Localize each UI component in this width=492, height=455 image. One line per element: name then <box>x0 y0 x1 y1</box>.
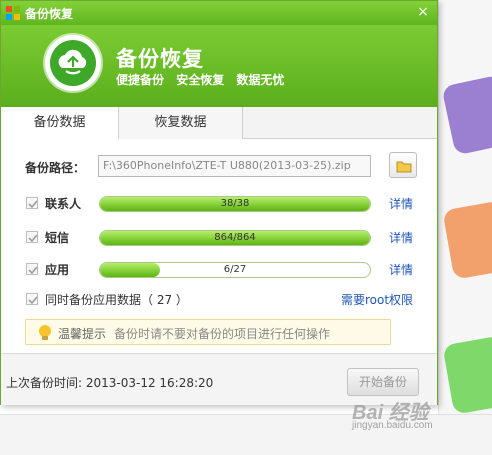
lightbulb-icon <box>39 325 51 340</box>
sms-detail-link[interactable]: 详情 <box>389 229 413 246</box>
tip-text: 备份时请不要对备份的项目进行任何操作 <box>114 327 331 341</box>
check-icon <box>28 234 38 243</box>
sms-checkbox[interactable] <box>26 231 38 243</box>
tip-box: 温馨提示 备份时请不要对备份的项目进行任何操作 <box>25 319 391 345</box>
feature-safe: 安全恢复 <box>176 73 225 87</box>
check-icon <box>28 296 38 305</box>
apps-label: 应用 <box>45 263 70 277</box>
check-icon <box>28 266 38 275</box>
sync-apps-checkbox[interactable] <box>26 293 38 305</box>
app-logo-icon <box>6 6 20 20</box>
tab-backup-data[interactable]: 备份数据 <box>1 107 119 140</box>
header-features: 便捷备份 安全恢复 数据无忧 <box>116 71 292 88</box>
tab-bar: 备份数据 恢复数据 <box>1 107 437 140</box>
item-row-sms: 短信 864/864 详情 <box>23 227 423 247</box>
sync-apps-label: 同时备份应用数据（ 27 ） <box>45 293 188 307</box>
apps-progress-bar: 6/27 <box>99 262 371 278</box>
contacts-progress-text: 38/38 <box>220 198 250 209</box>
check-icon <box>28 200 38 209</box>
folder-icon <box>396 161 412 173</box>
title-bar[interactable]: 备份恢复 × <box>1 1 437 25</box>
backup-path-label: 备份路径： <box>25 161 86 175</box>
root-permission-link[interactable]: 需要root权限 <box>341 291 413 308</box>
baidu-jingyan-watermark: Bai 经验 jingyan.baidu.com <box>352 396 482 436</box>
apps-checkbox[interactable] <box>26 263 38 275</box>
contacts-detail-link[interactable]: 详情 <box>389 195 413 212</box>
sync-apps-row: 同时备份应用数据（ 27 ） 需要root权限 <box>23 289 423 309</box>
sms-label: 短信 <box>45 231 70 245</box>
apps-progress-text: 6/27 <box>223 264 247 275</box>
last-backup-time: 上次备份时间: 2013-03-12 16:28:20 <box>6 376 214 390</box>
apps-detail-link[interactable]: 详情 <box>389 261 413 278</box>
start-backup-button[interactable]: 开始备份 <box>347 368 419 396</box>
sms-progress-bar: 864/864 <box>99 230 371 246</box>
contacts-checkbox[interactable] <box>26 197 38 209</box>
header-title: 备份恢复 <box>116 47 204 71</box>
close-button[interactable]: × <box>413 3 433 21</box>
header-banner: 备份恢复 便捷备份 安全恢复 数据无忧 <box>1 25 437 107</box>
backup-panel: 备份路径： F:\360PhoneInfo\ZTE-T U880(2013-03… <box>1 139 437 349</box>
tab-restore-data[interactable]: 恢复数据 <box>119 107 243 139</box>
browse-folder-button[interactable] <box>389 152 417 178</box>
feature-convenient: 便捷备份 <box>116 73 165 87</box>
window-title: 备份恢复 <box>25 7 74 21</box>
backup-restore-window: 备份恢复 × 备份恢复 便捷备份 安全恢复 数据无忧 备份数据 恢复数据 备份路… <box>0 0 438 405</box>
backup-path-field[interactable]: F:\360PhoneInfo\ZTE-T U880(2013-03-25).z… <box>98 155 371 177</box>
contacts-progress-bar: 38/38 <box>99 196 371 212</box>
watermark-url: jingyan.baidu.com <box>352 420 433 431</box>
item-row-contacts: 联系人 38/38 详情 <box>23 193 423 213</box>
contacts-label: 联系人 <box>45 197 82 211</box>
recycle-cloud-icon <box>45 35 101 91</box>
item-row-apps: 应用 6/27 详情 <box>23 259 423 279</box>
feature-worry-free: 数据无忧 <box>236 73 285 87</box>
tip-title: 温馨提示 <box>58 327 107 341</box>
sms-progress-text: 864/864 <box>214 232 256 243</box>
